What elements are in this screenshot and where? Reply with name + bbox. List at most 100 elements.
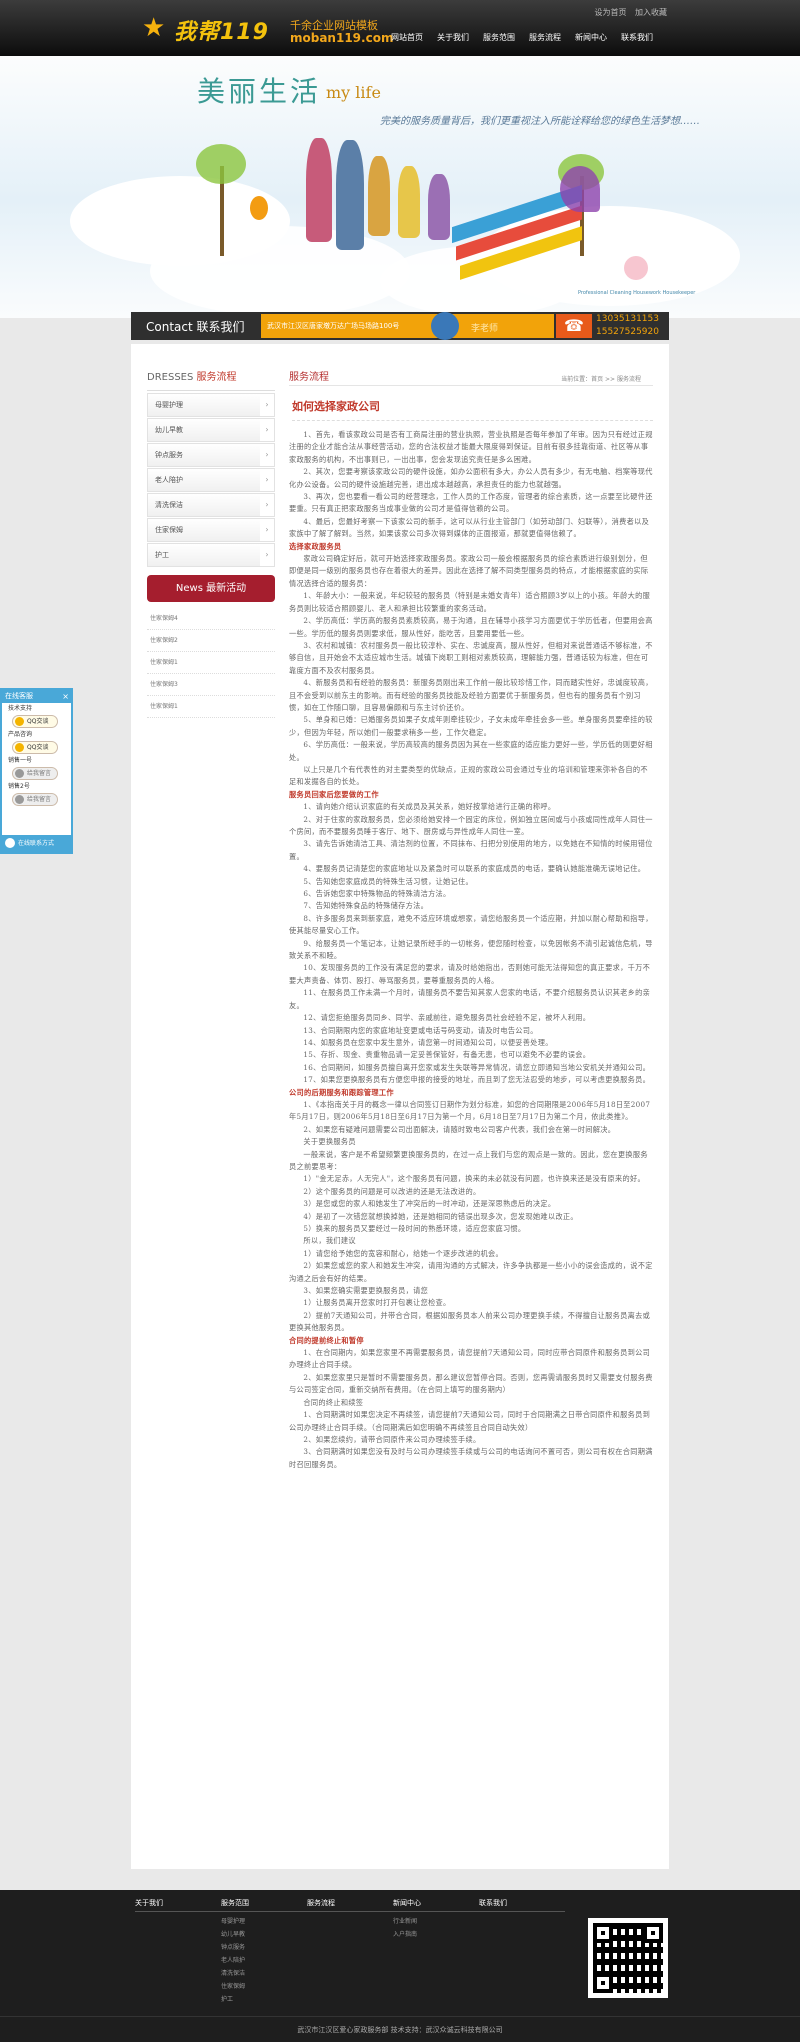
news-item[interactable]: 住家保姆3 [147,674,275,696]
article-paragraph: 9、给服务员一个笔记本，让她记录所经手的一切帐务，便您随时检查，以免因帐务不清引… [289,938,653,961]
footer-columns: 关于我们 服务范围母婴护理 幼儿早教 钟点服务 老人陪护 清洗保洁 住家保姆 护工 服务流程 新闻… [135,1898,565,2006]
footer-link[interactable]: 行业新闻 [393,1915,479,1928]
contact-icon [5,838,15,848]
sidebar-item[interactable]: 清洗保洁 › [147,493,275,517]
article-paragraph: 6、告诉她您家中特殊物品的特殊清洁方法。 [303,889,451,899]
contact-bar: Contact 联系我们 武汉市江汉区唐家墩万达广场马场路100号 李老师 ☎ … [131,312,669,340]
main-content: 服务流程 当前位置：首页 >> 服务流程 如何选择家政公司 1、首先，看该家政公… [289,368,653,1471]
article-paragraph: 12、请您拒绝服务员同乡、同学、亲戚前往，避免服务员社会经验不足，被坏人利用。 [303,1013,591,1023]
footer-column-title[interactable]: 服务流程 [307,1898,393,1912]
footer-link[interactable]: 幼儿早教 [221,1928,307,1941]
footer-link[interactable]: 母婴护理 [221,1915,307,1928]
footer-link[interactable]: 住家保姆 [221,1980,307,1993]
divider [147,390,275,391]
content-panel: DRESSES 服务流程 母婴护理 › 幼儿早教 › 钟点服务 › 老人陪护 › 清洗保洁 › 住家… [131,344,669,1869]
qq-icon [15,717,24,726]
article-paragraph: 3、如果您确实需要更换服务员，请您 [303,1286,429,1296]
chevron-right-icon: › [260,544,274,566]
logo-icon[interactable]: ★ [142,12,168,44]
sidebar-item[interactable]: 住家保姆 › [147,518,275,542]
article-paragraph: 合同的终止和续签 [303,1397,364,1407]
widget-footer[interactable]: 在线联系方式 [2,835,71,852]
news-item[interactable]: 住家保姆2 [147,630,275,652]
site-footer: 关于我们 服务范围母婴护理 幼儿早教 钟点服务 老人陪护 清洗保洁 住家保姆 护工 服务流程 新闻… [0,1890,800,2042]
footer-column: 关于我们 [135,1898,221,2006]
article-paragraph: 5）换来的服务员又要经过一段时间的熟悉环境，适应您家庭习惯。 [303,1224,526,1233]
copyright: 武汉市江汉区爱心家政服务部 技术支持：武汉众诚云科技有限公司 [0,2016,800,2042]
article-paragraph: 1、《本指南关于月的概念一律以合同签订日期作为划分标准，如您的合同期限是2006… [289,1099,651,1122]
article-paragraph: 3、请先告诉她清洁工具、清洁剂的位置，不同抹布、扫把分别使用的地方，以免她在不知… [289,839,653,861]
leave-message-button[interactable]: 给我留言 [12,767,58,780]
widget-section-label: 销售一号 [8,757,33,764]
widget-section-label: 产品咨询 [8,731,33,738]
sidebar-item-label: 钟点服务 [155,451,183,459]
nav-services[interactable]: 服务范围 [476,32,522,43]
sidebar-item[interactable]: 钟点服务 › [147,443,275,467]
sidebar-item-label: 幼儿早教 [155,426,183,434]
phone-number-2[interactable]: 15527525920 [596,326,659,339]
chevron-right-icon: › [260,494,274,516]
leave-message-button[interactable]: 给我留言 [12,793,58,806]
article-paragraph: 2、如果您续约，请带合同原件来公司办理续签手续。 [303,1434,481,1444]
footer-column-title[interactable]: 服务范围 [221,1898,307,1912]
nav-process[interactable]: 服务流程 [522,32,568,43]
phone-number-1[interactable]: 13035131153 [596,313,659,326]
article-paragraph: 以上只是几个有代表性的对主要类型的优缺点，正规的家政公司会通过专业的培训和管理来… [289,764,648,787]
article-paragraph: 2、如果您有疑难问题需要公司出面解决，请随时致电公司客户代表，我们会在第一时间解… [303,1124,616,1134]
article-paragraph: 4、要服务员记清楚您的家庭地址以及紧急时可以联系的家庭成员的电话，要确认她能准确… [303,864,646,874]
footer-link[interactable]: 老人陪护 [221,1954,307,1967]
article-paragraph: 1、在合同期内，如果您家里不再需要服务员，请您提前7天通知公司，同时应带合同原件… [289,1348,651,1370]
article-body: 1、首先，看该家政公司是否有工商局注册的营业执照，营业执照是否每年参加了年审。因… [289,429,653,1471]
footer-column: 联系我们 [479,1898,565,2006]
top-links: 设为首页 加入收藏 [588,7,667,18]
main-nav: 网站首页 关于我们 服务范围 服务流程 新闻中心 联系我们 [384,32,660,43]
news-list: 住家保姆4 住家保姆2 住家保姆1 住家保姆3 住家保姆1 [147,608,275,718]
chevron-right-icon: › [260,469,274,491]
article-paragraph: 15、存折、现金、贵重物品请一定妥善保管好，有备无患，也可以避免不必要的误会。 [303,1050,591,1060]
close-icon[interactable]: × [62,690,69,703]
sidebar-item-label: 母婴护理 [155,401,183,409]
sidebar-item[interactable]: 护工 › [147,543,275,567]
article-paragraph: 4）是初了一次错您就想换掉她，还是她相同的错误出现多次，您发现她难以改正。 [303,1211,578,1221]
qq-chat-button[interactable]: QQ交谈 [12,715,58,728]
article-paragraph: 1）让服务员离开您家时打开包裹让您检查。 [303,1298,451,1308]
banner-caption-en: Professional Cleaning Housework Housekee… [578,290,696,296]
article-subheading: 服务员回家后您要做的工作 [289,789,379,799]
nav-home[interactable]: 网站首页 [384,32,430,43]
footer-column-title[interactable]: 关于我们 [135,1898,221,1912]
footer-link[interactable]: 清洗保洁 [221,1967,307,1980]
article-paragraph: 2、对于住家的家政服务员，您必须给她安排一个固定的床位，例如独立居间或与小孩或同… [289,814,653,836]
nav-contact[interactable]: 联系我们 [614,32,660,43]
sidebar-item[interactable]: 幼儿早教 › [147,418,275,442]
footer-column-title[interactable]: 联系我们 [479,1898,565,1912]
news-item[interactable]: 住家保姆1 [147,652,275,674]
footer-link[interactable]: 护工 [221,1993,307,2006]
sidebar: DRESSES 服务流程 母婴护理 › 幼儿早教 › 钟点服务 › 老人陪护 › 清洗保洁 › 住家… [147,368,275,718]
logo-text[interactable]: 我帮119 [174,14,269,46]
footer-link[interactable]: 入户指南 [393,1928,479,1941]
nav-news[interactable]: 新闻中心 [568,32,614,43]
qq-chat-button[interactable]: QQ交谈 [12,741,58,754]
nav-about[interactable]: 关于我们 [430,32,476,43]
chevron-right-icon: › [260,394,274,416]
news-banner[interactable]: News 最新活动 [147,575,275,602]
article-paragraph: 3、再次，您也要看一看公司的经营理念，工作人员的工作态度，管理者的综合素质，这一… [289,492,653,514]
article-paragraph: 11、在服务员工作未满一个月时，请服务员不要告知其家人您家的电话，不要介绍服务员… [289,988,651,1010]
sidebar-item[interactable]: 母婴护理 › [147,393,275,417]
footer-link[interactable]: 钟点服务 [221,1941,307,1954]
article-paragraph: 5、单身和已婚：已婚服务员如果子女成年则牵挂较少，子女未成年牵挂会多一些。单身服… [289,715,653,737]
article-paragraph: 1、年龄大小：一般来说，年纪较轻的服务员（特别是未婚女青年）适合照顾3岁以上的小… [289,591,651,613]
sidebar-item[interactable]: 老人陪护 › [147,468,275,492]
article-paragraph: 16、合同期间，如服务员擅自离开您家或发生失联等异常情况，请您立即通知当地公安机… [303,1062,651,1072]
qr-code [588,1918,668,1998]
news-item[interactable]: 住家保姆1 [147,696,275,718]
article-title: 如何选择家政公司 [292,398,653,421]
article-paragraph: 17、如果您更换服务员有方便您申报的接受的地址，而且到了您无法忍受的地步，可以考… [303,1075,651,1085]
news-item[interactable]: 住家保姆4 [147,608,275,630]
add-favorite-link[interactable]: 加入收藏 [635,8,667,17]
sidebar-item-label: 清洗保洁 [155,501,183,509]
article-paragraph: 1、首先，看该家政公司是否有工商局注册的营业执照，营业执照是否每年参加了年审。因… [289,430,653,464]
footer-column-title[interactable]: 新闻中心 [393,1898,479,1912]
article-paragraph: 1、请向她介绍认识家庭的有关成员及其关系，她好按掌给进行正确的称呼。 [303,802,556,812]
set-homepage-link[interactable]: 设为首页 [594,8,626,17]
